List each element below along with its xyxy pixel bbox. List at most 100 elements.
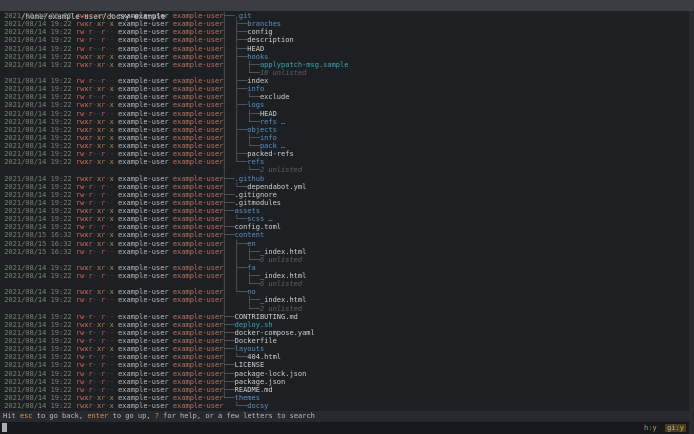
row-date: 2021/08/14 19:22 (0, 93, 76, 102)
row-group: example-user (172, 369, 224, 378)
tree-row[interactable]: 2021/08/14 19:22 rwxr-xr-x example-user … (0, 345, 694, 353)
tree-row[interactable]: 2021/08/14 19:22 rw-r--r-- example-user … (0, 313, 694, 321)
row-date: 2021/08/14 19:22 (0, 117, 76, 126)
tree-row[interactable]: 2021/08/14 19:22 rw-r--r-- example-user … (0, 199, 694, 207)
row-metadata: 2021/08/14 19:22 rw-r--r-- example-user … (0, 329, 223, 337)
file-name: docker-compose.yaml (234, 328, 315, 337)
tree-row[interactable]: 2021/08/14 19:22 rw-r--r-- example-user … (0, 378, 694, 386)
tree-row[interactable]: 2021/08/15 16:32 rwxr-xr-x example-user … (0, 240, 694, 248)
tree-row[interactable]: 2021/08/14 19:22 rw-r--r-- example-user … (0, 337, 694, 345)
row-permissions: rwxr-xr-x (75, 52, 114, 61)
row-date: 2021/08/14 19:22 (0, 345, 76, 354)
row-owner: example-user (118, 85, 169, 94)
tree-row[interactable]: 2021/08/14 19:22 rw-r--r-- example-user … (0, 183, 694, 191)
row-group: example-user (172, 223, 224, 232)
tree-row[interactable]: 2021/08/14 19:22 rwxr-xr-x example-user … (0, 53, 694, 61)
tree-row[interactable]: 2021/08/14 19:22 rw-r--r-- example-user … (0, 223, 694, 231)
row-owner: example-user (118, 312, 169, 321)
tree-row[interactable]: 2021/08/14 19:22 rwxr-xr-x example-user … (0, 394, 694, 402)
tree-row[interactable]: 2021/08/14 19:22 rwxr-xr-x example-user … (0, 321, 694, 329)
row-date: 2021/08/14 19:22 (0, 142, 76, 150)
tree-row[interactable]: 2021/08/14 19:22 rwxr-xr-x example-user … (0, 85, 694, 93)
directory-name: info (259, 133, 277, 142)
tree-row[interactable]: 2021/08/14 19:22 rwxr-xr-x example-user … (0, 12, 694, 20)
tree-row[interactable]: 2021/08/14 19:22 rwxr-xr-x example-user … (0, 126, 694, 134)
file-name: HEAD (259, 109, 277, 118)
row-metadata: 2021/08/15 16:32 rw-r--r-- example-user … (0, 248, 223, 256)
tree-row[interactable]: 2021/08/14 19:22 rw-r--r-- example-user … (0, 386, 694, 394)
row-owner: example-user (118, 150, 169, 159)
tree-row[interactable]: 2021/08/14 19:22 rwxr-xr-x example-user … (0, 264, 694, 272)
row-metadata: 2021/08/14 19:22 rwxr-xr-x example-user … (0, 52, 223, 61)
file-name: .gitignore (234, 190, 277, 199)
row-group: example-user (172, 85, 224, 94)
tree-row[interactable]: 2021/08/14 19:22 rwxr-xr-x example-user … (0, 215, 694, 223)
row-date: 2021/08/14 19:22 (0, 182, 76, 191)
tree-row[interactable]: │ │ └──6 unlisted (0, 280, 694, 288)
tree-row[interactable]: 2021/08/14 19:22 rw-r--r-- example-user … (0, 353, 694, 361)
row-date: 2021/08/14 19:22 (0, 353, 76, 362)
tree-row[interactable]: 2021/08/14 19:22 rw-r--r-- example-user … (0, 45, 694, 53)
tree-branch-lines: │ ├── (222, 263, 248, 272)
row-owner: example-user (118, 12, 169, 20)
tree-row[interactable]: 2021/08/14 19:22 rw-r--r-- example-user … (0, 28, 694, 36)
tree-row[interactable]: 2021/08/14 19:22 rwxr-xr-x example-user … (0, 142, 694, 150)
tree-row[interactable]: 2021/08/14 19:22 rwxr-xr-x example-user … (0, 288, 694, 296)
tree-row[interactable]: 2021/08/14 19:22 rw-r--r-- example-user … (0, 296, 694, 304)
row-metadata: 2021/08/14 19:22 rw-r--r-- example-user … (0, 109, 223, 118)
tree-row[interactable]: 2021/08/14 19:22 rwxr-xr-x example-user … (0, 207, 694, 215)
tree-row[interactable]: │ │ └──6 unlisted (0, 256, 694, 264)
row-owner: example-user (118, 198, 169, 207)
tree-row[interactable]: 2021/08/14 19:22 rw-r--r-- example-user … (0, 150, 694, 158)
row-group: example-user (172, 361, 224, 370)
row-date: 2021/08/14 19:22 (0, 20, 76, 29)
tree-row[interactable]: 2021/08/15 16:32 rwxr-xr-x example-user … (0, 231, 694, 239)
row-group: example-user (172, 215, 224, 224)
row-owner: example-user (118, 239, 169, 248)
tree-row[interactable]: 2021/08/14 19:22 rw-r--r-- example-user … (0, 329, 694, 337)
tree-row[interactable]: 2021/08/15 16:32 rw-r--r-- example-user … (0, 248, 694, 256)
tree-row[interactable]: │ └──2 unlisted (0, 166, 694, 174)
tree-row[interactable]: 2021/08/14 19:22 rw-r--r-- example-user … (0, 361, 694, 369)
row-owner: example-user (118, 288, 169, 297)
row-group: example-user (172, 385, 224, 394)
tree-row[interactable]: 2021/08/14 19:22 rw-r--r-- example-user … (0, 370, 694, 378)
row-permissions: rw-r--r-- (75, 190, 114, 199)
tree-row[interactable]: 2021/08/14 19:22 rwxr-xr-x example-user … (0, 61, 694, 69)
row-metadata: 2021/08/14 19:22 rw-r--r-- example-user … (0, 369, 224, 378)
tree-row[interactable]: 2021/08/14 19:22 rw-r--r-- example-user … (0, 93, 694, 101)
tree-row[interactable]: │ │ └──10 unlisted (0, 69, 694, 77)
row-metadata: 2021/08/14 19:22 rwxr-xr-x example-user … (0, 101, 223, 109)
tree-row[interactable]: 2021/08/14 19:22 rwxr-xr-x example-user … (0, 402, 694, 410)
tree-row[interactable]: 2021/08/14 19:22 rwxr-xr-x example-user … (0, 134, 694, 142)
search-input[interactable]: h:y gi:y (0, 422, 694, 434)
scrollbar[interactable] (689, 11, 694, 434)
tree-branch-lines: │ │ └── (222, 280, 260, 289)
row-permissions: rwxr-xr-x (75, 402, 114, 410)
row-metadata: 2021/08/14 19:22 rwxr-xr-x example-user … (0, 215, 224, 224)
tree-row[interactable]: 2021/08/14 19:22 rwxr-xr-x example-user … (0, 158, 694, 166)
directory-name: hooks (247, 52, 269, 61)
tree-row[interactable]: 2021/08/14 19:22 rwxr-xr-x example-user … (0, 101, 694, 109)
tree-row[interactable]: 2021/08/14 19:22 rw-r--r-- example-user … (0, 191, 694, 199)
row-group: example-user (172, 402, 224, 410)
tree-row[interactable]: 2021/08/14 19:22 rw-r--r-- example-user … (0, 77, 694, 85)
tree-row[interactable]: 2021/08/14 19:22 rw-r--r-- example-user … (0, 36, 694, 44)
row-date: 2021/08/15 16:32 (0, 231, 76, 240)
tree-row[interactable]: 2021/08/14 19:22 rwxr-xr-x example-user … (0, 20, 694, 28)
row-metadata: 2021/08/14 19:22 rwxr-xr-x example-user … (0, 320, 223, 329)
tree-row[interactable]: 2021/08/14 19:22 rw-r--r-- example-user … (0, 110, 694, 118)
tree-row[interactable]: 2021/08/14 19:22 rwxr-xr-x example-user … (0, 118, 694, 126)
row-date: 2021/08/15 16:32 (0, 239, 76, 248)
row-owner: example-user (118, 320, 169, 329)
text-cursor-icon (2, 423, 7, 432)
row-owner: example-user (118, 109, 169, 118)
file-name: .gitmodules (234, 198, 282, 207)
row-permissions: rwxr-xr-x (75, 142, 114, 150)
tree-row[interactable]: 2021/08/14 19:22 rw-r--r-- example-user … (0, 272, 694, 280)
tree-row[interactable]: │ └──2 unlisted (0, 305, 694, 313)
tree-branch-lines: │ ├── (222, 101, 248, 110)
tree-row[interactable]: 2021/08/14 19:22 rwxr-xr-x example-user … (0, 175, 694, 183)
tree-branch-lines: ├── (222, 385, 235, 394)
row-permissions: rwxr-xr-x (75, 158, 114, 167)
